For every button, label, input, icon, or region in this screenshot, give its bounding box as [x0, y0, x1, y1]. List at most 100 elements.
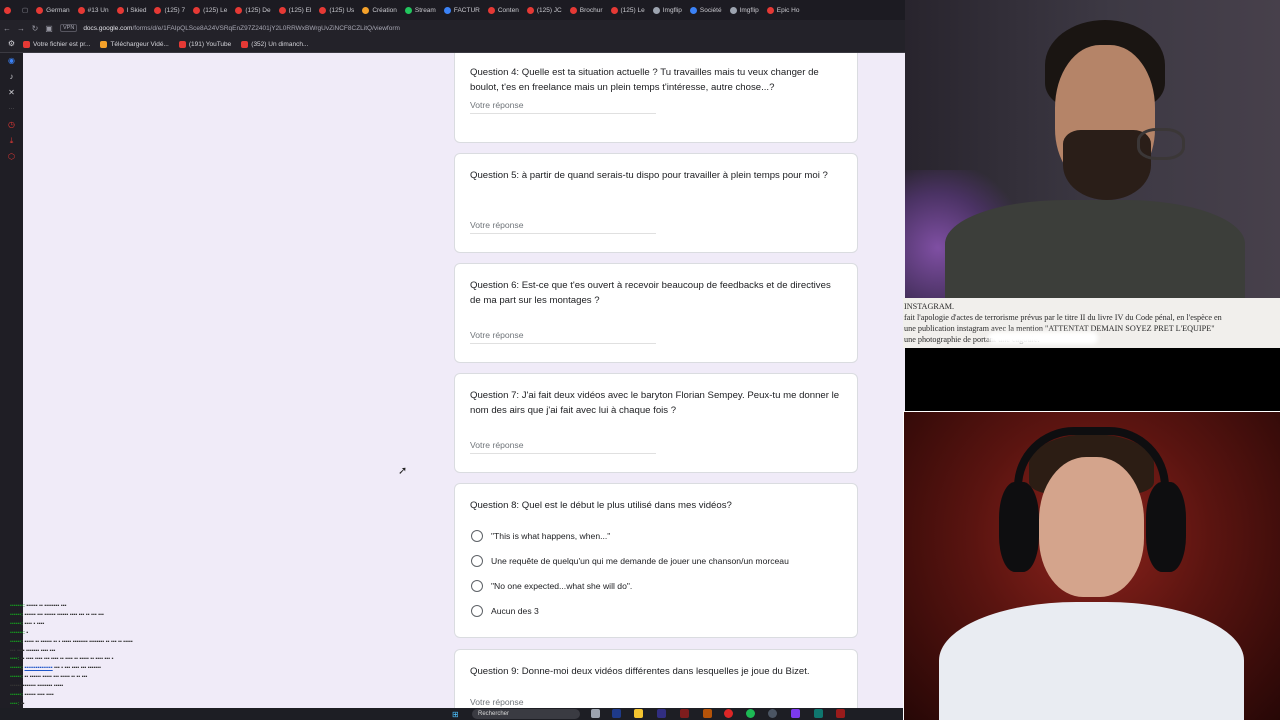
- download-icon[interactable]: ⤓: [0, 133, 23, 149]
- tab-favicon-icon: [77, 6, 85, 14]
- taskview-icon[interactable]: [591, 709, 600, 718]
- bookmark-favicon-icon: [178, 40, 186, 48]
- bookmark-item[interactable]: Votre fichier est pr...: [23, 40, 91, 48]
- bookmark-label: (191) YouTube: [188, 40, 232, 48]
- tab-switcher-icon[interactable]: ▢: [18, 0, 32, 20]
- bookmark-item[interactable]: (352) Un dimanch...: [241, 40, 309, 48]
- document-line: INSTAGRAM.: [904, 302, 955, 311]
- browser-tab[interactable]: (125) Le: [607, 0, 649, 20]
- document-overlay: INSTAGRAM. fait l'apologie d'actes de te…: [903, 298, 1280, 348]
- url-host: docs.google.com: [83, 24, 133, 32]
- reload-icon[interactable]: ↻: [28, 24, 42, 33]
- browser-menu-icon[interactable]: [0, 0, 18, 20]
- app-icon[interactable]: [703, 709, 712, 718]
- answer-input[interactable]: Votre réponse: [470, 100, 656, 114]
- tab-label: Imgflip: [739, 6, 759, 14]
- tab-favicon-icon: [569, 6, 577, 14]
- bookmark-favicon-icon: [241, 40, 249, 48]
- premiere-icon[interactable]: [657, 709, 666, 718]
- tab-favicon-icon: [116, 6, 124, 14]
- browser-tab[interactable]: Société: [686, 0, 726, 20]
- bookmark-label: (352) Un dimanch...: [251, 40, 309, 48]
- browser-tab[interactable]: Stream: [401, 0, 440, 20]
- settings-icon[interactable]: ⚙: [0, 36, 23, 52]
- browser-tab[interactable]: (125) JC: [523, 0, 566, 20]
- browser-tab[interactable]: German: [32, 0, 73, 20]
- messenger-icon[interactable]: ◉: [0, 53, 23, 69]
- tab-favicon-icon: [36, 6, 44, 14]
- tab-label: Stream: [414, 6, 436, 14]
- discord-icon[interactable]: [791, 709, 800, 718]
- question-card-6: Question 6: Est-ce que t'es ouvert à rec…: [454, 263, 858, 363]
- browser-tab[interactable]: Imgflip: [726, 0, 763, 20]
- bookmark-item[interactable]: Téléchargeur Vidé...: [100, 40, 169, 48]
- redaction-blur: [988, 332, 1098, 344]
- browser-tab[interactable]: (125) De: [231, 0, 274, 20]
- tab-label: Epic Ho: [776, 6, 800, 14]
- radio-button[interactable]: [471, 554, 483, 567]
- extensions-icon[interactable]: ⬡: [0, 149, 23, 165]
- lock-icon: ▣: [45, 23, 53, 33]
- radio-button[interactable]: [471, 529, 483, 542]
- url-field[interactable]: docs.google.com/forms/d/e/1FAIpQLSce8A24…: [83, 25, 400, 32]
- option-label: "No one expected...what she will do".: [491, 580, 633, 591]
- browser-tab[interactable]: FACTUR: [440, 0, 484, 20]
- address-bar-row: ← → ↻ ▣ VPN docs.google.com/forms/d/e/1F…: [0, 20, 905, 36]
- answer-input[interactable]: Votre réponse: [470, 440, 656, 454]
- bookmarks-bar: ⚙ Votre fichier est pr... Téléchargeur Vi…: [0, 36, 905, 53]
- vpn-badge[interactable]: VPN: [60, 24, 78, 32]
- answer-input[interactable]: Votre réponse: [470, 220, 656, 234]
- tiktok-icon[interactable]: ♪: [0, 69, 23, 85]
- spotify-icon[interactable]: [746, 709, 755, 718]
- browser-tab[interactable]: (125) 7: [150, 0, 189, 20]
- tab-favicon-icon: [319, 6, 327, 14]
- answer-input[interactable]: Votre réponse: [470, 330, 656, 344]
- app-icon[interactable]: [724, 709, 733, 718]
- tab-label: Brochur: [579, 6, 603, 14]
- app-icon[interactable]: [836, 709, 845, 718]
- browser-tab[interactable]: Brochur: [566, 0, 607, 20]
- tab-label: FACTUR: [453, 6, 480, 14]
- document-line: fait l'apologie d'actes de terrorisme pr…: [904, 313, 1222, 322]
- history-icon[interactable]: ◷: [0, 117, 23, 133]
- browser-tab[interactable]: Création: [358, 0, 401, 20]
- browser-tab[interactable]: I Skied: [113, 0, 151, 20]
- question-text: Question 9: Donne-moi deux vidéos différ…: [470, 666, 810, 677]
- browser-tab[interactable]: #13 Un: [74, 0, 113, 20]
- chrome-icon[interactable]: [768, 709, 777, 718]
- tab-favicon-icon: [235, 6, 243, 14]
- bookmark-label: Votre fichier est pr...: [33, 40, 91, 48]
- taskbar-search[interactable]: Rechercher: [472, 709, 580, 719]
- photoshop-icon[interactable]: [612, 709, 621, 718]
- x-icon[interactable]: ✕: [0, 85, 23, 101]
- browser-tab[interactable]: (125) El: [275, 0, 316, 20]
- radio-option[interactable]: "No one expected...what she will do".: [471, 573, 842, 598]
- back-icon[interactable]: ←: [0, 24, 14, 33]
- browser-tab[interactable]: (125) Le: [189, 0, 231, 20]
- tab-favicon-icon: [443, 6, 451, 14]
- forward-icon[interactable]: →: [14, 24, 28, 33]
- browser-tab[interactable]: (125) Us: [315, 0, 358, 20]
- browser-tab[interactable]: Epic Ho: [763, 0, 804, 20]
- bookmark-favicon-icon: [100, 40, 108, 48]
- browser-tab[interactable]: Conten: [484, 0, 523, 20]
- bookmark-item[interactable]: (191) YouTube: [178, 40, 232, 48]
- browser-tab[interactable]: Imgflip: [649, 0, 686, 20]
- radio-button[interactable]: [471, 604, 483, 617]
- radio-option[interactable]: "This is what happens, when...": [471, 523, 842, 548]
- windows-start-icon[interactable]: ⊞: [452, 710, 459, 719]
- tab-label: (125) Le: [620, 6, 645, 14]
- chat-line: ▪▪▪ ▪▪▪▪ ▪▪▪▪▪▪▪ ▪▪▪▪ ▪▪▪: [10, 647, 56, 654]
- tab-favicon-icon: [404, 6, 412, 14]
- question-text: Question 6: Est-ce que t'es ouvert à rec…: [470, 280, 831, 306]
- tab-label: (125) JC: [536, 6, 562, 14]
- tab-favicon-icon: [729, 6, 737, 14]
- app-icon[interactable]: [814, 709, 823, 718]
- tab-favicon-icon: [362, 6, 370, 14]
- file-explorer-icon[interactable]: [634, 709, 643, 718]
- app-icon[interactable]: [680, 709, 689, 718]
- radio-option[interactable]: Une requête de quelqu'un qui me demande …: [471, 548, 842, 573]
- tab-favicon-icon: [610, 6, 618, 14]
- radio-option[interactable]: Aucun des 3: [471, 598, 842, 623]
- radio-button[interactable]: [471, 579, 483, 592]
